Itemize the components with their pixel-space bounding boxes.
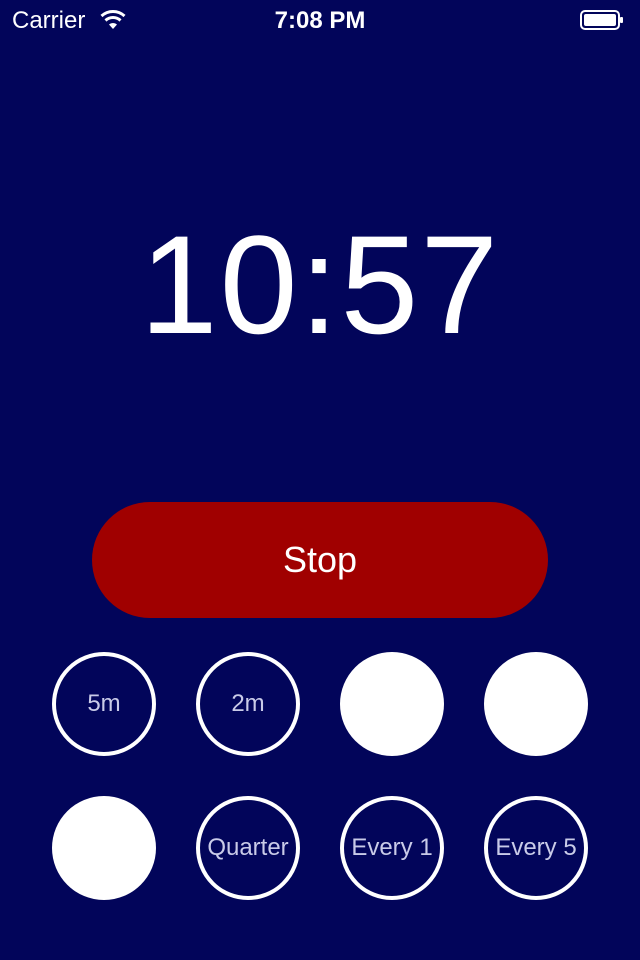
interval-2m-button[interactable]: 2m [196,652,300,756]
interval-5m-button[interactable]: 5m [52,652,156,756]
option-button-4[interactable] [484,652,588,756]
battery-icon [580,10,623,30]
option-button-5[interactable] [52,796,156,900]
status-time: 7:08 PM [274,7,366,34]
stop-button[interactable]: Stop [92,502,548,618]
option-button-3[interactable] [340,652,444,756]
status-bar: Carrier 7:08 PM [0,0,640,40]
timer-display: 10:57 [139,206,501,363]
quarter-button[interactable]: Quarter [196,796,300,900]
every-5-button[interactable]: Every 5 [484,796,588,900]
every-1-button[interactable]: Every 1 [340,796,444,900]
